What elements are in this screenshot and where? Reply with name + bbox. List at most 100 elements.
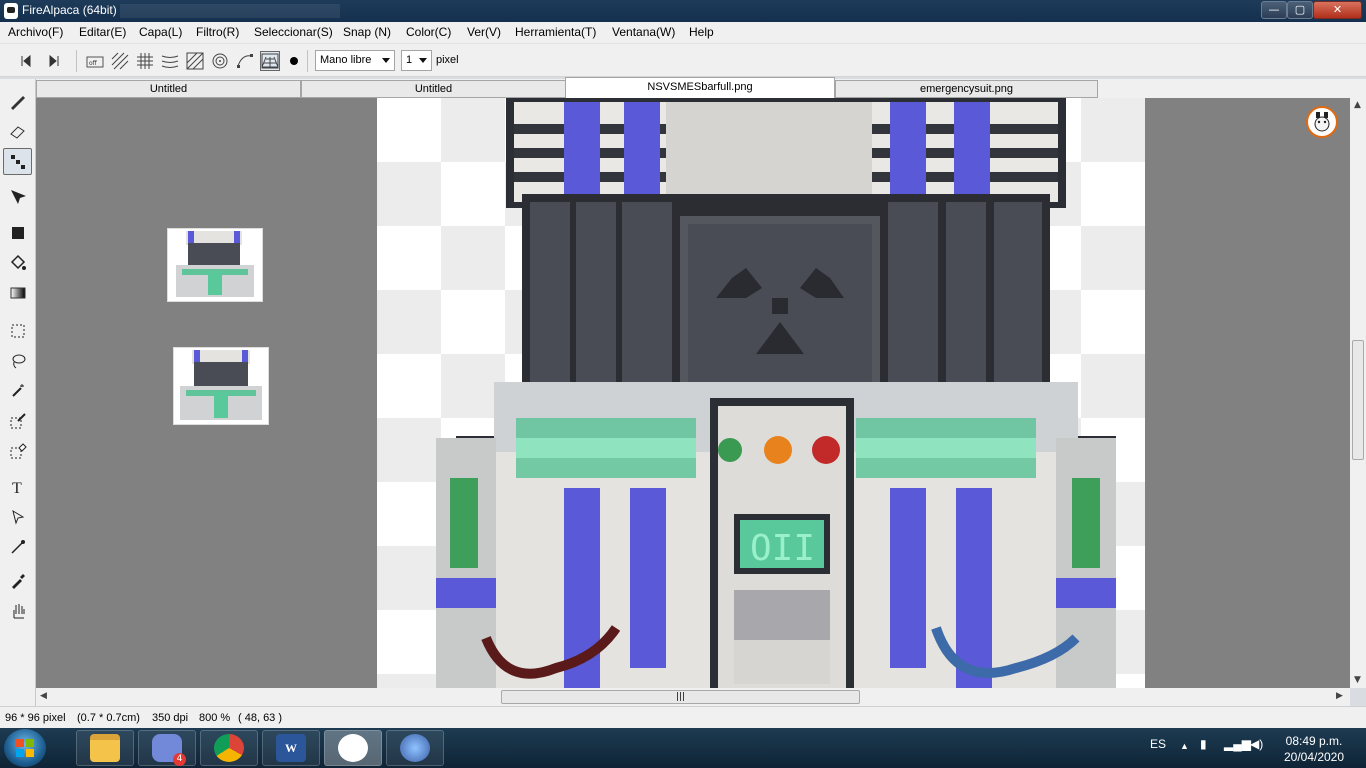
window-title: FireAlpaca (64bit) bbox=[22, 3, 117, 17]
svg-text:off: off bbox=[89, 60, 98, 67]
scroll-left-icon[interactable]: ◀ bbox=[40, 691, 47, 701]
text-icon[interactable]: T bbox=[3, 473, 32, 500]
prev-frame-icon[interactable] bbox=[15, 51, 35, 71]
menu-capa[interactable]: Capa(L) bbox=[139, 25, 182, 39]
close-button[interactable]: ✕ bbox=[1313, 1, 1362, 19]
move-icon[interactable] bbox=[3, 183, 32, 210]
menu-snap[interactable]: Snap (N) bbox=[343, 25, 391, 39]
tab-untitled-1[interactable]: Untitled bbox=[36, 80, 301, 98]
hand-icon[interactable] bbox=[3, 597, 32, 624]
toolbar: off Mano libre 1 pixel bbox=[0, 44, 1366, 77]
word-icon[interactable]: W bbox=[262, 730, 320, 766]
rect-select-icon[interactable] bbox=[3, 317, 32, 344]
brush-mode-value: Mano libre bbox=[320, 54, 372, 66]
diagonal-snap-icon[interactable] bbox=[185, 51, 205, 71]
ryujinx-icon[interactable] bbox=[386, 730, 444, 766]
brush-dot-icon bbox=[290, 57, 298, 65]
scroll-right-icon[interactable]: ▶ bbox=[1336, 691, 1343, 701]
explorer-icon[interactable] bbox=[76, 730, 134, 766]
document-tabs: Untitled Untitled NSVSMESbarfull.png eme… bbox=[36, 77, 1366, 98]
menu-seleccionar[interactable]: Seleccionar(S) bbox=[254, 25, 333, 39]
chevron-down-icon bbox=[419, 58, 427, 63]
menu-ver[interactable]: Ver(V) bbox=[467, 25, 501, 39]
canvas-cm: (0.7 * 0.7cm) bbox=[77, 712, 140, 724]
start-button[interactable] bbox=[4, 729, 46, 767]
dot-pen-icon[interactable] bbox=[3, 148, 32, 175]
scroll-up-icon[interactable]: ▲ bbox=[1354, 100, 1361, 110]
taskbar: 4 W ES ▲ ▮ ▂▄▆ ◀) 08:49 p.m. 20/04/2020 bbox=[0, 728, 1366, 768]
select-eraser-icon[interactable] bbox=[3, 437, 32, 464]
clock-time: 08:49 p.m. bbox=[1285, 734, 1343, 748]
menu-help[interactable]: Help bbox=[689, 25, 714, 39]
zoom-level: 800 % bbox=[199, 712, 231, 724]
tab-emergencysuit[interactable]: emergencysuit.png bbox=[835, 80, 1098, 98]
eyedropper-icon[interactable] bbox=[3, 567, 32, 594]
menu-herramienta[interactable]: Herramienta(T) bbox=[515, 25, 596, 39]
operation-icon[interactable] bbox=[3, 503, 32, 530]
minimize-button[interactable]: — bbox=[1261, 1, 1287, 19]
brush-size-select[interactable]: 1 bbox=[401, 50, 432, 71]
network-icon[interactable]: ▂▄▆ bbox=[1224, 737, 1251, 751]
pen-icon[interactable] bbox=[3, 87, 32, 114]
brush-mode-select[interactable]: Mano libre bbox=[315, 50, 395, 71]
grid-snap-icon[interactable] bbox=[135, 51, 155, 71]
system-clock[interactable]: 08:49 p.m. 20/04/2020 bbox=[1274, 733, 1354, 765]
menu-editar[interactable]: Editar(E) bbox=[79, 25, 126, 39]
lasso-icon[interactable] bbox=[3, 347, 32, 374]
gradient-icon[interactable] bbox=[3, 279, 32, 306]
curve-snap-icon[interactable] bbox=[235, 51, 255, 71]
select-pen-icon[interactable] bbox=[3, 407, 32, 434]
chrome-icon[interactable] bbox=[200, 730, 258, 766]
tab-nsvsmesbarfull[interactable]: NSVSMESbarfull.png bbox=[565, 77, 835, 98]
snap-off-icon[interactable]: off bbox=[85, 51, 105, 71]
horizontal-scrollbar[interactable]: ◀ ||| ▶ bbox=[36, 688, 1350, 706]
scroll-down-icon[interactable]: ▼ bbox=[1354, 675, 1361, 685]
clock-date: 20/04/2020 bbox=[1283, 750, 1345, 764]
power-icon[interactable]: ▮ bbox=[1200, 737, 1207, 751]
language-indicator[interactable]: ES bbox=[1150, 737, 1166, 751]
horizontal-scroll-thumb[interactable]: ||| bbox=[501, 690, 860, 704]
divide-icon[interactable] bbox=[3, 533, 32, 560]
concentric-snap-icon[interactable] bbox=[210, 51, 230, 71]
svg-text:T: T bbox=[12, 480, 22, 496]
app-icon bbox=[4, 3, 18, 19]
vertical-scrollbar[interactable]: ▲ ▼ bbox=[1350, 98, 1366, 688]
tab-untitled-2[interactable]: Untitled bbox=[301, 80, 566, 98]
tray-expand-icon[interactable]: ▲ bbox=[1180, 741, 1189, 751]
cursor-coords: ( 48, 63 ) bbox=[238, 712, 283, 724]
reference-thumbnail-2[interactable] bbox=[173, 347, 269, 425]
chevron-down-icon bbox=[382, 58, 390, 63]
firealpaca-icon[interactable] bbox=[324, 730, 382, 766]
eraser-icon[interactable] bbox=[3, 117, 32, 144]
blurred-title-area bbox=[120, 4, 340, 18]
menu-ventana[interactable]: Ventana(W) bbox=[612, 25, 675, 39]
magic-wand-icon[interactable] bbox=[3, 377, 32, 404]
unit-label: pixel bbox=[436, 54, 459, 66]
status-bar: 96 * 96 pixel (0.7 * 0.7cm) 350 dpi 800 … bbox=[0, 706, 1366, 728]
bucket-icon[interactable] bbox=[3, 249, 32, 276]
svg-text:OII: OII bbox=[750, 528, 815, 569]
discord-icon[interactable]: 4 bbox=[138, 730, 196, 766]
brush-size-value: 1 bbox=[406, 54, 413, 66]
horizontal-snap-icon[interactable] bbox=[160, 51, 180, 71]
menu-color[interactable]: Color(C) bbox=[406, 25, 451, 39]
menu-bar: Archivo(F) Editar(E) Capa(L) Filtro(R) S… bbox=[0, 22, 1366, 44]
toolbar-separator bbox=[307, 50, 308, 72]
next-frame-icon[interactable] bbox=[45, 51, 65, 71]
menu-archivo[interactable]: Archivo(F) bbox=[8, 25, 63, 39]
fill-rect-icon[interactable] bbox=[3, 219, 32, 246]
reference-thumbnail-1[interactable] bbox=[167, 228, 263, 302]
tool-palette: T bbox=[0, 79, 36, 709]
title-bar: FireAlpaca (64bit) — ▢ ✕ bbox=[0, 0, 1366, 22]
alpaca-avatar-icon[interactable] bbox=[1306, 106, 1338, 138]
toolbar-separator bbox=[76, 50, 77, 72]
menu-filtro[interactable]: Filtro(R) bbox=[196, 25, 239, 39]
maximize-button[interactable]: ▢ bbox=[1287, 1, 1313, 19]
canvas-area[interactable]: OII bbox=[36, 98, 1350, 688]
perspective-snap-icon[interactable] bbox=[260, 51, 280, 71]
canvas-size: 96 * 96 pixel bbox=[5, 712, 66, 724]
vertical-scroll-thumb[interactable] bbox=[1352, 340, 1364, 460]
parallel-snap-icon[interactable] bbox=[110, 51, 130, 71]
volume-icon[interactable]: ◀) bbox=[1250, 737, 1263, 751]
canvas-dpi: 350 dpi bbox=[152, 712, 189, 724]
